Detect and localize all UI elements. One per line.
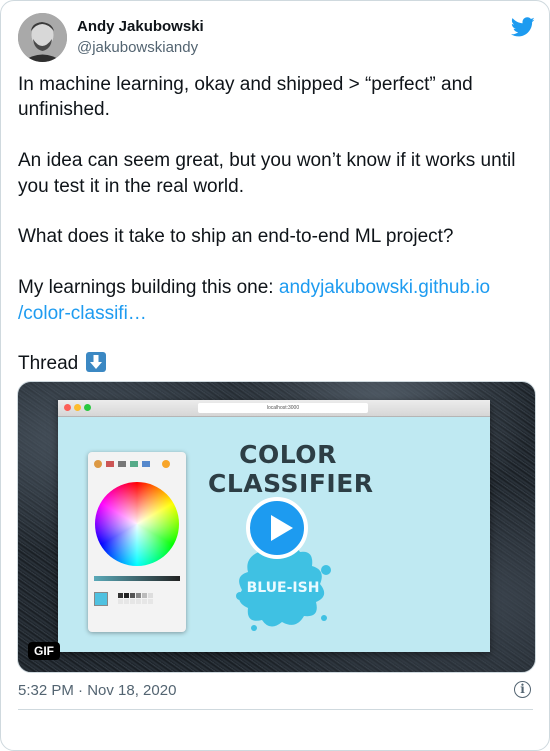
color-picker-panel — [88, 452, 186, 632]
result-label: BLUE-ISH — [246, 580, 320, 596]
app-title: COLOR CLASSIFIER — [208, 440, 374, 498]
author-name[interactable]: Andy Jakubowski — [77, 18, 204, 35]
project-link-line1: andyjakubowski.github.io — [278, 277, 491, 299]
divider — [18, 709, 533, 710]
app-title-line1: COLOR — [239, 440, 337, 469]
project-link-line2: /color-classifi… — [18, 302, 147, 324]
color-wheel — [95, 482, 179, 566]
swatch-grid — [118, 593, 153, 604]
tweet-timestamp[interactable]: 5:32 PM · Nov 18, 2020 — [18, 682, 176, 699]
tweet-text: In machine learning, okay and shipped > … — [18, 72, 533, 377]
gif-badge: GIF — [28, 642, 60, 660]
down-arrow-emoji-icon — [86, 352, 107, 373]
browser-toolbar: localhost:3000 — [58, 400, 490, 417]
twitter-bird-icon[interactable] — [511, 15, 535, 39]
tweet-paragraph: An idea can seem great, but you won’t kn… — [18, 150, 516, 197]
gif-media[interactable]: localhost:3000 COLOR CLASSIFIER BLUE-ISH… — [17, 381, 536, 673]
avatar[interactable] — [18, 13, 67, 62]
info-icon[interactable]: i — [514, 681, 531, 698]
minimize-dot-icon — [74, 404, 81, 411]
tweet-paragraph: In machine learning, okay and shipped > … — [18, 74, 473, 121]
tweet-card: Andy Jakubowski @jakubowskiandy In machi… — [0, 0, 550, 751]
avatar-portrait — [18, 13, 67, 62]
author-handle[interactable]: @jakubowskiandy — [77, 39, 198, 56]
thread-text: Thread — [18, 353, 79, 375]
tweet-paragraph: Thread — [18, 351, 533, 376]
close-dot-icon — [64, 404, 71, 411]
selected-color-swatch — [94, 592, 108, 606]
picker-toolbar-icons — [94, 460, 170, 468]
tweet-paragraph: What does it take to ship an end-to-end … — [18, 226, 454, 248]
app-title-line2: CLASSIFIER — [208, 469, 374, 498]
brightness-slider — [94, 576, 180, 581]
zoom-dot-icon — [84, 404, 91, 411]
browser-url: localhost:3000 — [198, 403, 368, 413]
play-icon[interactable] — [246, 497, 308, 559]
tweet-paragraph: My learnings building this one: andyjaku… — [18, 275, 533, 326]
learnings-text: My learnings building this one: — [18, 277, 279, 299]
